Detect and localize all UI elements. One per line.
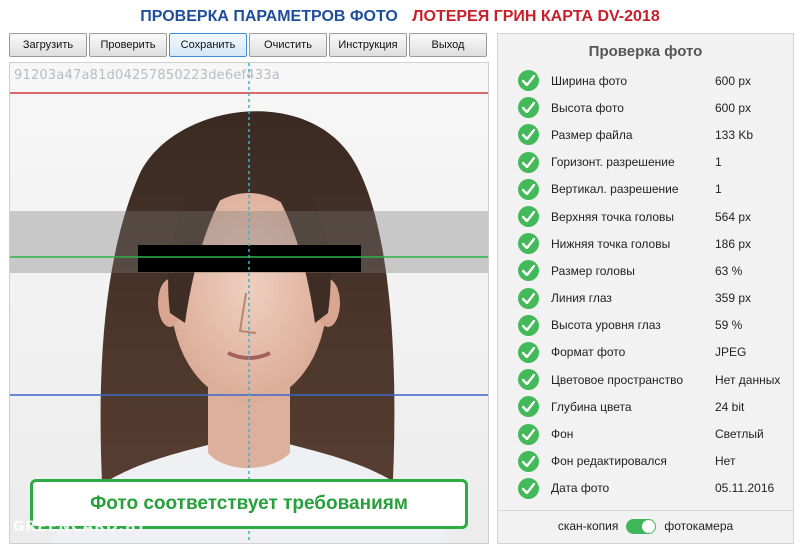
check-value: JPEG	[715, 345, 747, 360]
app-title: ПРОВЕРКА ПАРАМЕТРОВ ФОТО ЛОТЕРЕЯ ГРИН КА…	[0, 0, 800, 32]
check-row: Вертикал. разрешение 1	[498, 176, 793, 203]
check-label: Горизонт. разрешение	[551, 155, 675, 170]
check-label: Глубина цвета	[551, 399, 632, 414]
check-value: 564 px	[715, 209, 752, 224]
check-label: Вертикал. разрешение	[551, 182, 679, 197]
check-value: 600 px	[715, 100, 752, 115]
check-value: 186 px	[715, 236, 752, 251]
check-label: Цветовое пространство	[551, 372, 684, 387]
check-value: 133 Kb	[715, 127, 754, 142]
check-value: 59 %	[715, 318, 743, 333]
check-label: Дата фото	[551, 481, 610, 496]
watermark-logo: GREENCARD.BY	[13, 519, 147, 535]
check-row: Размер головы 63 %	[498, 257, 793, 284]
check-row: Горизонт. разрешение 1	[498, 149, 793, 176]
check-row: Фон Светлый	[498, 420, 793, 447]
check-row: Линия глаз 359 px	[498, 285, 793, 312]
check-value: 600 px	[715, 73, 752, 88]
checkmark-icon	[518, 396, 539, 418]
check-row: Высота уровня глаз 59 %	[498, 312, 793, 339]
checkmark-icon	[518, 260, 539, 282]
checkmark-icon	[518, 369, 539, 391]
photo-hash: 91203a47a81d04257850223de6ef433a	[14, 68, 280, 83]
checkmark-icon	[518, 423, 539, 445]
check-row: Глубина цвета 24 bit	[498, 393, 793, 420]
check-value: Нет данных	[715, 372, 781, 387]
check-label: Фон редактировался	[551, 454, 667, 469]
title-photo-check: ПРОВЕРКА ПАРАМЕТРОВ ФОТО	[140, 8, 398, 25]
check-label: Нижняя точка головы	[551, 236, 671, 251]
load-button[interactable]: Загрузить	[9, 33, 87, 57]
check-label: Высота фото	[551, 100, 624, 115]
check-value: 24 bit	[715, 399, 745, 414]
check-value: Светлый	[715, 427, 764, 442]
save-button[interactable]: Сохранить	[169, 33, 247, 57]
check-label: Размер файла	[551, 127, 633, 142]
check-label: Линия глаз	[551, 291, 612, 306]
portrait-photo	[10, 63, 488, 543]
checkmark-icon	[518, 97, 539, 119]
check-row: Нижняя точка головы 186 px	[498, 230, 793, 257]
title-lottery: ЛОТЕРЕЯ ГРИН КАРТА DV-2018	[412, 8, 660, 25]
check-label: Высота уровня глаз	[551, 318, 661, 333]
checkmark-icon	[518, 233, 539, 255]
check-row: Ширина фото 600 px	[498, 67, 793, 94]
check-panel: Проверка фото Ширина фото 600 px Высота фо…	[497, 33, 794, 544]
check-value: 05.11.2016	[715, 481, 775, 496]
checkmark-icon	[518, 178, 539, 200]
capture-mode-toggle[interactable]	[626, 518, 657, 534]
toolbar: Загрузить Проверить Сохранить Очистить И…	[9, 33, 487, 57]
mode-scan-label: скан-копия	[557, 519, 619, 533]
clear-button[interactable]: Очистить	[249, 33, 327, 57]
checkmark-icon	[518, 477, 539, 499]
check-value: 63 %	[715, 263, 743, 278]
check-value: 1	[715, 155, 722, 170]
check-value: 1	[715, 182, 722, 197]
check-label: Фон	[551, 427, 574, 442]
check-label: Ширина фото	[551, 73, 628, 88]
checkmark-icon	[518, 124, 539, 146]
checkmark-icon	[518, 341, 539, 363]
check-row: Формат фото JPEG	[498, 339, 793, 366]
check-label: Размер головы	[551, 263, 635, 278]
photo-preview: 91203a47a81d04257850223de6ef433a Фото со…	[9, 62, 489, 544]
check-button[interactable]: Проверить	[89, 33, 167, 57]
checkmark-icon	[518, 151, 539, 173]
toggle-knob	[642, 519, 656, 533]
checkmark-icon	[518, 70, 539, 92]
check-label: Формат фото	[551, 345, 626, 360]
check-label: Верхняя точка головы	[551, 209, 675, 224]
check-row: Цветовое пространство Нет данных	[498, 366, 793, 393]
checkmark-icon	[518, 206, 539, 228]
check-value: Нет	[715, 454, 736, 469]
check-row: Верхняя точка головы 564 px	[498, 203, 793, 230]
check-row: Дата фото 05.11.2016	[498, 475, 793, 502]
instructions-button[interactable]: Инструкция	[329, 33, 407, 57]
capture-mode-row: скан-копия фотокамера	[498, 514, 793, 538]
checkmark-icon	[518, 450, 539, 472]
check-list: Ширина фото 600 px Высота фото 600 px Размер…	[498, 67, 793, 502]
check-panel-title: Проверка фото	[588, 43, 703, 60]
check-value: 359 px	[715, 291, 752, 306]
check-row: Размер файла 133 Kb	[498, 121, 793, 148]
divider	[498, 510, 793, 511]
mode-camera-label: фотокамера	[664, 519, 734, 533]
check-row: Фон редактировался Нет	[498, 448, 793, 475]
checkmark-icon	[518, 314, 539, 336]
checkmark-icon	[518, 287, 539, 309]
check-row: Высота фото 600 px	[498, 94, 793, 121]
exit-button[interactable]: Выход	[409, 33, 487, 57]
